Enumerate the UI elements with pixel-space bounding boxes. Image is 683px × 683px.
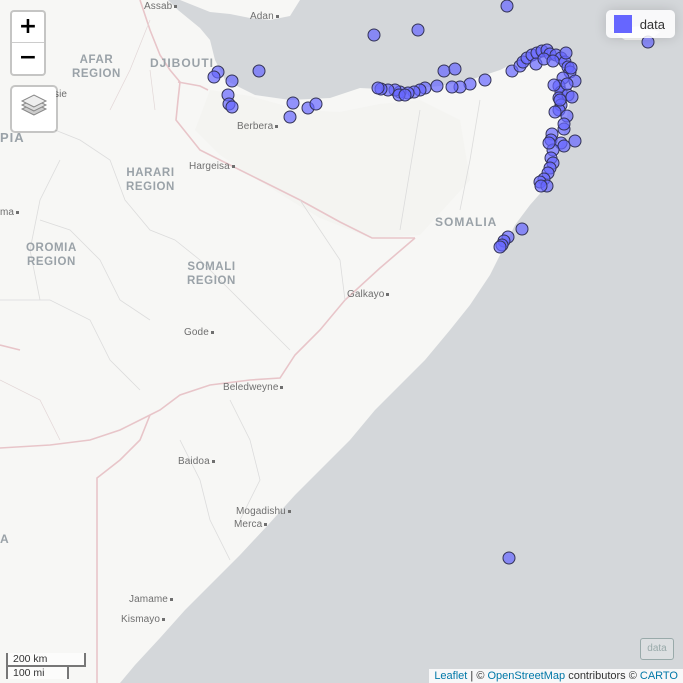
scale-metric: 200 km: [6, 653, 86, 667]
data-point[interactable]: [515, 222, 529, 236]
data-point[interactable]: [557, 117, 571, 131]
data-point[interactable]: [478, 73, 492, 87]
legend: data: [605, 10, 675, 38]
zoom-out-button[interactable]: −: [12, 43, 44, 73]
data-point[interactable]: [553, 93, 567, 107]
data-point[interactable]: [542, 136, 556, 150]
data-points-layer: [207, 0, 655, 565]
data-point[interactable]: [437, 64, 451, 78]
data-point[interactable]: [445, 80, 459, 94]
data-point[interactable]: [547, 78, 561, 92]
data-layer-button[interactable]: data: [640, 638, 674, 660]
data-point[interactable]: [411, 23, 425, 37]
data-point[interactable]: [448, 62, 462, 76]
scale-bar: 200 km 100 mi: [6, 653, 86, 679]
zoom-control: + −: [10, 10, 46, 76]
osm-link[interactable]: OpenStreetMap: [487, 670, 565, 682]
data-point[interactable]: [502, 551, 516, 565]
leaflet-link[interactable]: Leaflet: [434, 670, 467, 682]
data-point[interactable]: [559, 46, 573, 60]
scale-imperial: 100 mi: [6, 665, 69, 679]
attribution: Leaflet | © OpenStreetMap contributors ©…: [429, 669, 683, 683]
data-point[interactable]: [500, 0, 514, 13]
legend-swatch: [613, 15, 632, 33]
data-point[interactable]: [534, 179, 548, 193]
data-point[interactable]: [564, 61, 578, 75]
map-canvas[interactable]: DJIBOUTI SOMALIA PIA A AFAR REGION HARARI…: [0, 0, 683, 683]
data-point[interactable]: [568, 134, 582, 148]
layers-icon: [20, 94, 48, 116]
data-point[interactable]: [430, 79, 444, 93]
data-point[interactable]: [367, 28, 381, 42]
legend-label: data: [639, 16, 665, 32]
data-point[interactable]: [548, 105, 562, 119]
data-point[interactable]: [286, 96, 300, 110]
data-point[interactable]: [207, 70, 221, 84]
data-point[interactable]: [283, 110, 297, 124]
data-point[interactable]: [371, 81, 385, 95]
data-point[interactable]: [493, 240, 507, 254]
data-point[interactable]: [546, 54, 560, 68]
data-point[interactable]: [252, 64, 266, 78]
data-point[interactable]: [565, 90, 579, 104]
zoom-in-button[interactable]: +: [12, 12, 44, 43]
carto-link[interactable]: CARTO: [640, 670, 678, 682]
layers-toggle-button[interactable]: [10, 85, 58, 133]
data-point[interactable]: [560, 77, 574, 91]
data-point[interactable]: [225, 74, 239, 88]
data-point[interactable]: [557, 139, 571, 153]
data-point[interactable]: [398, 88, 412, 102]
data-point[interactable]: [225, 100, 239, 114]
data-point[interactable]: [309, 97, 323, 111]
